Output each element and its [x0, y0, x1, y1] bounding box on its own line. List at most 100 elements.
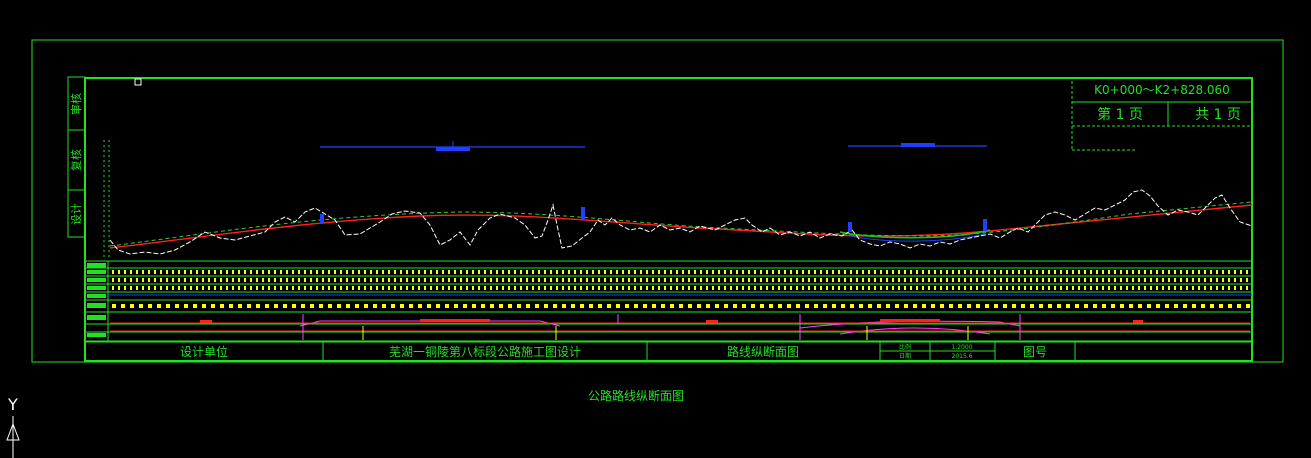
- tick-mark: [121, 304, 125, 308]
- tick-mark: [238, 304, 242, 308]
- tick-mark: [832, 278, 834, 282]
- tick-mark: [298, 286, 300, 290]
- tick-mark: [430, 270, 432, 274]
- tick-mark: [1201, 304, 1205, 308]
- tick-mark: [424, 286, 426, 290]
- tick-mark: [160, 278, 162, 282]
- tick-mark: [931, 304, 935, 308]
- tick-mark: [856, 286, 858, 290]
- tick-mark: [544, 278, 546, 282]
- tick-mark: [706, 270, 708, 274]
- tick-mark: [1144, 278, 1146, 282]
- tick-mark: [1072, 270, 1074, 274]
- tick-mark: [1165, 304, 1169, 308]
- tick-mark: [1168, 278, 1170, 282]
- tick-mark: [214, 270, 216, 274]
- tick-mark: [328, 270, 330, 274]
- tick-mark: [208, 270, 210, 274]
- tick-mark: [754, 278, 756, 282]
- tick-mark: [1012, 304, 1016, 308]
- tick-mark: [211, 304, 215, 308]
- tick-mark: [1216, 270, 1218, 274]
- tick-mark: [598, 286, 600, 290]
- tick-mark: [247, 304, 251, 308]
- tick-mark: [190, 286, 192, 290]
- tick-mark: [319, 304, 323, 308]
- tick-mark: [550, 278, 552, 282]
- tick-mark: [886, 278, 888, 282]
- tick-mark: [1138, 278, 1140, 282]
- tick-mark: [160, 270, 162, 274]
- tick-mark: [796, 270, 798, 274]
- tick-mark: [964, 286, 966, 290]
- tick-mark: [1198, 278, 1200, 282]
- tick-mark: [868, 270, 870, 274]
- tick-mark: [520, 278, 522, 282]
- tick-mark: [700, 278, 702, 282]
- tick-mark: [118, 286, 120, 290]
- tick-mark: [418, 270, 420, 274]
- tick-mark: [1144, 286, 1146, 290]
- tangent-line: [109, 201, 1253, 247]
- tick-mark: [688, 278, 690, 282]
- tick-mark: [436, 270, 438, 274]
- tick-mark: [586, 286, 588, 290]
- tick-mark: [1120, 304, 1124, 308]
- tick-mark: [139, 304, 143, 308]
- tick-mark: [1240, 286, 1242, 290]
- tick-mark: [1246, 270, 1248, 274]
- tick-mark: [1162, 286, 1164, 290]
- tick-mark: [262, 278, 264, 282]
- tick-mark: [184, 304, 188, 308]
- tick-mark: [316, 286, 318, 290]
- tick-mark: [1039, 304, 1043, 308]
- tick-mark: [886, 270, 888, 274]
- tick-mark: [232, 278, 234, 282]
- tick-mark: [502, 278, 504, 282]
- tick-mark: [748, 286, 750, 290]
- tick-mark: [166, 286, 168, 290]
- tick-mark: [898, 278, 900, 282]
- tick-mark: [409, 304, 413, 308]
- tick-mark: [250, 270, 252, 274]
- tick-mark: [448, 270, 450, 274]
- tick-mark: [802, 278, 804, 282]
- tick-mark: [364, 286, 366, 290]
- tick-mark: [928, 286, 930, 290]
- tick-mark: [292, 278, 294, 282]
- tick-mark: [508, 278, 510, 282]
- tick-mark: [1156, 270, 1158, 274]
- tick-mark: [838, 286, 840, 290]
- tick-mark: [1180, 278, 1182, 282]
- tick-mark: [1156, 286, 1158, 290]
- tick-mark: [784, 286, 786, 290]
- tick-mark: [694, 270, 696, 274]
- tick-mark: [130, 304, 134, 308]
- tick-mark: [904, 304, 908, 308]
- tick-mark: [859, 304, 863, 308]
- tick-mark: [340, 286, 342, 290]
- tick-mark: [550, 286, 552, 290]
- tick-mark: [826, 270, 828, 274]
- tick-mark: [370, 278, 372, 282]
- tick-mark: [553, 304, 557, 308]
- tick-mark: [196, 286, 198, 290]
- tick-mark: [796, 278, 798, 282]
- tick-mark: [220, 286, 222, 290]
- tick-mark: [934, 278, 936, 282]
- tick-mark: [634, 304, 638, 308]
- tick-mark: [760, 304, 764, 308]
- tick-mark: [880, 278, 882, 282]
- tick-mark: [166, 278, 168, 282]
- tick-mark: [634, 278, 636, 282]
- tick-mark: [400, 304, 404, 308]
- tick-mark: [1096, 286, 1098, 290]
- tick-mark: [1234, 270, 1236, 274]
- tick-mark: [556, 278, 558, 282]
- tick-mark: [1042, 286, 1044, 290]
- tick-mark: [562, 304, 566, 308]
- tick-mark: [436, 286, 438, 290]
- tick-mark: [352, 270, 354, 274]
- tick-mark: [526, 270, 528, 274]
- tick-mark: [1126, 278, 1128, 282]
